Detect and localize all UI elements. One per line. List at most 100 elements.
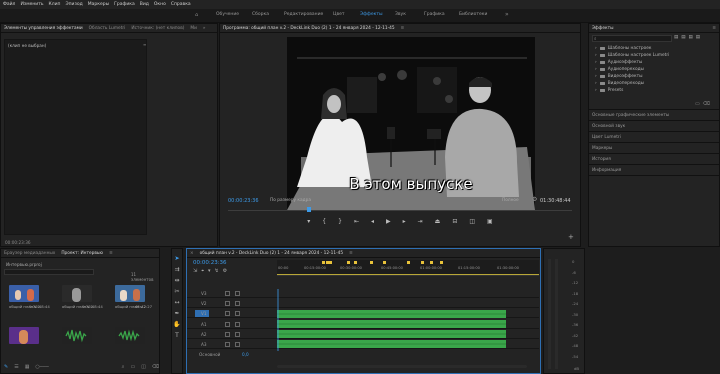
- tab-lumetri-scopes[interactable]: Область Lumetri: [89, 26, 126, 31]
- folder-presets-row[interactable]: › Шаблоны настроек: [589, 45, 719, 52]
- menu-clip[interactable]: Клип: [49, 2, 61, 7]
- effect-controls-timecode[interactable]: 00:00:23:36: [5, 240, 31, 245]
- section-essential-sound[interactable]: Основной звук: [589, 121, 719, 132]
- quality-select[interactable]: Полное: [502, 198, 519, 203]
- chevron-down-icon[interactable]: ⌄: [300, 196, 304, 202]
- search-icon[interactable]: ⌕: [122, 364, 125, 370]
- zoom-slider[interactable]: ○───: [35, 364, 48, 370]
- menu-help[interactable]: Справка: [171, 2, 191, 7]
- time-ruler[interactable]: 00:00 00:15:00:00 00:30:00:00 00:45:00:0…: [277, 260, 539, 276]
- playhead-marker[interactable]: [307, 207, 311, 212]
- section-lumetri-color[interactable]: Цвет Lumetri: [589, 132, 719, 143]
- toggle-output[interactable]: [235, 291, 240, 296]
- menu-markers[interactable]: Маркеры: [88, 2, 109, 7]
- tab-effect-controls[interactable]: Элементы управления эффектами: [4, 26, 83, 31]
- marker[interactable]: [347, 261, 350, 264]
- program-timecode[interactable]: 00:00:23:36: [228, 198, 259, 204]
- pen-tool-icon[interactable]: ✒: [173, 310, 181, 318]
- menu-icon[interactable]: ≡: [143, 42, 146, 47]
- list-view-icon[interactable]: ☰: [14, 364, 18, 370]
- toggle-solo[interactable]: [235, 342, 240, 347]
- timeline-clips[interactable]: [277, 289, 539, 351]
- menu-icon[interactable]: ≡: [109, 251, 113, 256]
- toggle-mute[interactable]: [225, 342, 230, 347]
- toggle-mute[interactable]: [225, 332, 230, 337]
- effects-search-input[interactable]: ⌕: [592, 35, 672, 42]
- razor-tool-icon[interactable]: ✂: [173, 288, 181, 296]
- toggle-solo[interactable]: [235, 322, 240, 327]
- menu-sequence[interactable]: Эпизод: [65, 2, 82, 7]
- step-back-icon[interactable]: ◂: [371, 218, 374, 227]
- timeline-scrollbar[interactable]: [277, 365, 527, 368]
- folder-video-transitions-row[interactable]: › Видеопереходы: [589, 80, 719, 87]
- lift-icon[interactable]: ⏏: [435, 218, 441, 227]
- workspace-assembly[interactable]: Сборка: [252, 12, 269, 17]
- comparison-icon[interactable]: ▣: [487, 218, 493, 227]
- selection-tool-icon[interactable]: ➤: [173, 255, 181, 263]
- hand-tool-icon[interactable]: ✋: [173, 321, 181, 329]
- tab-mixer[interactable]: Ми: [190, 26, 197, 31]
- close-icon[interactable]: ×: [190, 251, 194, 256]
- workspace-editing[interactable]: Редактирование: [284, 12, 323, 17]
- section-essential-graphics[interactable]: Основные графические элементы: [589, 110, 719, 121]
- pencil-icon[interactable]: ✎: [4, 364, 8, 370]
- marker[interactable]: [407, 261, 410, 264]
- project-item-thumb-1[interactable]: [9, 285, 39, 302]
- menu-graphics[interactable]: Графика: [114, 2, 135, 7]
- add-button-icon[interactable]: +: [568, 233, 574, 241]
- menu-edit[interactable]: Изменить: [20, 2, 43, 7]
- play-icon[interactable]: ▶: [386, 218, 391, 227]
- timeline-timecode[interactable]: 00:00:23:36: [193, 260, 227, 266]
- go-to-out-icon[interactable]: ⇥: [418, 218, 423, 227]
- menu-view[interactable]: Вид: [140, 2, 149, 7]
- program-monitor-title[interactable]: Программа: общий план v.2 - DeckLink Duo…: [223, 26, 395, 31]
- menu-icon[interactable]: ≡: [712, 26, 716, 31]
- mark-in-icon[interactable]: ▾: [307, 218, 310, 227]
- section-history[interactable]: История: [589, 154, 719, 165]
- extract-icon[interactable]: ⊟: [452, 218, 457, 227]
- wrench-icon[interactable]: ⚙: [532, 196, 537, 203]
- new-bin-delete-icons[interactable]: ▭⌫: [695, 101, 713, 107]
- marker[interactable]: [430, 261, 433, 264]
- master-value[interactable]: 0,0: [242, 352, 249, 357]
- marker[interactable]: [440, 261, 443, 264]
- new-bin-icon[interactable]: ▭: [130, 364, 135, 370]
- toggle-sync-lock[interactable]: [225, 311, 230, 316]
- menu-icon[interactable]: ≡: [349, 251, 353, 256]
- folder-presets-user-row[interactable]: › Presets: [589, 87, 719, 94]
- section-markers[interactable]: Маркеры: [589, 143, 719, 154]
- menu-window[interactable]: Окно: [154, 2, 166, 7]
- timeline-options-icons[interactable]: ⇲⌖▾↯⚙: [193, 268, 231, 274]
- project-item-thumb-3[interactable]: [115, 285, 145, 302]
- workspace-color[interactable]: Цвет: [333, 12, 345, 17]
- type-tool-icon[interactable]: T: [173, 332, 181, 340]
- project-item-thumb-6[interactable]: [115, 327, 145, 344]
- icon-view-icon[interactable]: ▦: [25, 364, 30, 370]
- workspace-effects[interactable]: Эффекты: [360, 12, 383, 17]
- workspace-learning[interactable]: Обучение: [216, 12, 239, 17]
- workspace-graphics[interactable]: Графика: [424, 12, 445, 17]
- toggle-output[interactable]: [235, 311, 240, 316]
- tab-project[interactable]: Проект: Интервью: [61, 251, 103, 256]
- project-item-thumb-2[interactable]: [62, 285, 92, 302]
- clear-in-icon[interactable]: }: [338, 218, 342, 227]
- tab-source[interactable]: Источник: (нет клипов): [131, 26, 184, 31]
- mark-out-icon[interactable]: {: [322, 218, 326, 227]
- fit-select[interactable]: По размеру кадра: [270, 198, 311, 203]
- tab-media-browser[interactable]: Браузер медиаданных: [4, 251, 55, 256]
- menu-icon[interactable]: ≡: [401, 26, 405, 31]
- export-frame-icon[interactable]: ◫: [469, 218, 475, 227]
- marker[interactable]: [421, 261, 424, 264]
- ripple-edit-icon[interactable]: ⇹: [173, 277, 181, 285]
- more-workspaces-icon[interactable]: »: [505, 11, 509, 18]
- track-select-icon[interactable]: ⇉: [173, 266, 181, 274]
- toggle-mute[interactable]: [225, 322, 230, 327]
- program-scrub-bar[interactable]: [228, 210, 572, 211]
- project-item-thumb-5[interactable]: [62, 327, 92, 344]
- workspace-libraries[interactable]: Библиотеки: [459, 12, 487, 17]
- folder-lumetri-row[interactable]: › Шаблоны настроек Lumetri: [589, 52, 719, 59]
- go-to-in-icon[interactable]: ⇤: [354, 218, 359, 227]
- project-item-thumb-4[interactable]: [9, 327, 39, 344]
- marker[interactable]: [322, 261, 325, 264]
- marker[interactable]: [354, 261, 357, 264]
